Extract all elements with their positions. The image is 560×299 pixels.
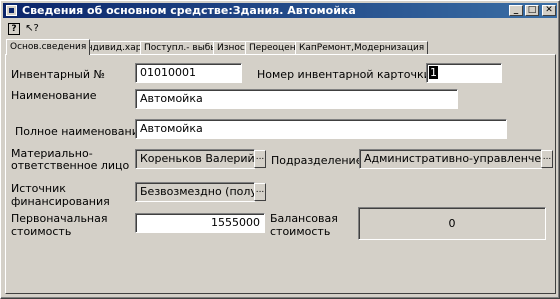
division-label: Подразделение bbox=[271, 154, 363, 167]
close-button[interactable]: ✕ bbox=[542, 5, 556, 16]
division-select-button[interactable]: ... bbox=[541, 150, 553, 168]
funding-source-label-line1: Источник bbox=[11, 182, 66, 195]
title-bar[interactable]: Сведения об основном средстве:Здания. Ав… bbox=[3, 3, 557, 18]
tab-panel: Инвентарный № 01010001 Номер инвентарной… bbox=[5, 54, 556, 294]
main-window: Сведения об основном средстве:Здания. Ав… bbox=[0, 0, 560, 299]
division-input[interactable]: Административно-управленческий bbox=[359, 149, 542, 169]
name-input[interactable]: Автомойка bbox=[135, 89, 458, 109]
tab-basic-info[interactable]: Основ.сведения bbox=[6, 39, 91, 55]
window-title: Сведения об основном средстве:Здания. Ав… bbox=[22, 4, 356, 17]
name-label: Наименование bbox=[11, 89, 97, 102]
app-icon[interactable] bbox=[6, 5, 17, 16]
responsible-label-line2: ответственное лицо bbox=[11, 159, 130, 172]
initial-cost-label-line1: Первоначальная bbox=[11, 212, 108, 225]
toolbar: ? ↖? bbox=[3, 20, 557, 38]
funding-source-label-line2: финансирования bbox=[11, 195, 110, 208]
funding-source-select-button[interactable]: ... bbox=[254, 183, 266, 201]
balance-cost-display: 0 bbox=[358, 207, 546, 240]
responsible-select-button[interactable]: ... bbox=[254, 150, 266, 168]
tab-depreciation[interactable]: Износ bbox=[213, 41, 249, 54]
full-name-input[interactable]: Автомойка bbox=[135, 119, 507, 139]
tab-capital-repair[interactable]: КапРемонт,Модернизация bbox=[295, 41, 429, 54]
help-icon[interactable]: ? bbox=[8, 23, 20, 35]
responsible-person-input[interactable]: Кореньков Валерий Ива bbox=[135, 149, 255, 169]
minimize-button[interactable]: _ bbox=[509, 5, 523, 16]
card-number-input[interactable]: 1 bbox=[426, 63, 502, 83]
funding-source-input[interactable]: Безвозмездно (получе bbox=[135, 182, 255, 202]
balance-cost-label-line1: Балансовая bbox=[270, 212, 338, 225]
balance-cost-label-line2: стоимость bbox=[270, 225, 331, 238]
inventory-number-input[interactable]: 01010001 bbox=[135, 63, 242, 83]
whats-this-icon[interactable]: ↖? bbox=[24, 21, 40, 37]
full-name-label: Полное наименование bbox=[15, 125, 146, 138]
maximize-button[interactable]: □ bbox=[525, 5, 539, 16]
card-number-label: Номер инвентарной карточки bbox=[257, 68, 431, 81]
inventory-number-label: Инвентарный № bbox=[11, 68, 105, 81]
card-number-value: 1 bbox=[429, 66, 438, 79]
initial-cost-input[interactable]: 1555000 bbox=[135, 213, 265, 233]
initial-cost-label-line2: стоимость bbox=[11, 225, 72, 238]
